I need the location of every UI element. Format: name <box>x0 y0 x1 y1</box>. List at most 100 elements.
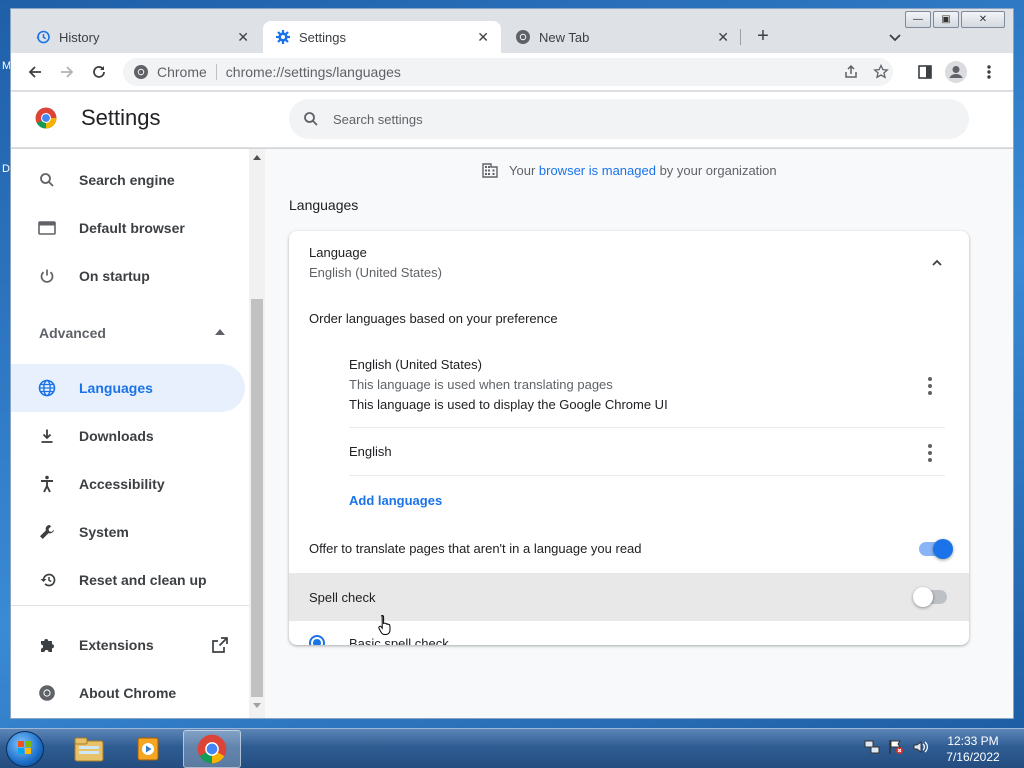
page-title: Settings <box>81 105 161 130</box>
open-in-new-icon[interactable] <box>211 636 229 654</box>
chrome-logo-icon <box>197 734 227 764</box>
order-languages-label: Order languages based on your preference <box>309 311 558 326</box>
tab-search-button[interactable] <box>887 29 903 45</box>
advanced-section-toggle[interactable]: Advanced <box>39 325 106 341</box>
site-label: Chrome <box>157 64 207 80</box>
taskbar-chrome-button[interactable] <box>183 730 241 768</box>
add-languages-button[interactable]: Add languages <box>349 493 442 508</box>
more-vert-icon <box>987 65 991 79</box>
scroll-down-arrow-icon[interactable] <box>253 703 261 708</box>
taskbar: 12:33 PM 7/16/2022 <box>0 728 1024 768</box>
language-entry-name: English <box>349 444 392 459</box>
chrome-icon <box>515 29 531 45</box>
managed-link[interactable]: browser is managed <box>539 163 656 178</box>
browser-icon <box>37 218 57 238</box>
history-icon <box>35 29 51 45</box>
new-tab-button[interactable]: + <box>751 25 775 49</box>
clock-date: 7/16/2022 <box>946 750 1000 764</box>
spell-check-toggle[interactable] <box>913 587 947 607</box>
clock[interactable]: 12:33 PM 7/16/2022 <box>934 733 1012 765</box>
side-panel-button[interactable] <box>913 60 937 84</box>
browser-toolbar: Chrome chrome://settings/languages <box>11 53 1013 91</box>
translate-toggle[interactable] <box>919 539 953 559</box>
person-icon <box>949 66 963 78</box>
managed-text-suffix: by your organization <box>655 162 777 178</box>
chevron-down-icon <box>889 34 901 42</box>
sidebar-item-label: About Chrome <box>79 685 177 701</box>
languages-card: Language English (United States) Order l… <box>289 231 969 645</box>
basic-spell-check-label: Basic spell check <box>349 636 449 645</box>
sidebar-item-label: On startup <box>79 268 150 284</box>
sidebar-item-reset[interactable]: Reset and clean up <box>11 556 245 604</box>
sidebar-item-search-engine[interactable]: Search engine <box>11 156 245 204</box>
sidebar-item-default-browser[interactable]: Default browser <box>11 204 245 252</box>
language-entry-name: English (United States) <box>349 357 482 372</box>
sidebar-item-extensions[interactable]: Extensions <box>11 621 245 669</box>
avatar[interactable] <box>945 61 967 83</box>
caret-up-icon[interactable] <box>215 329 225 335</box>
sidebar-item-downloads[interactable]: Downloads <box>11 412 245 460</box>
windows-logo-icon <box>18 741 31 754</box>
language-entry-note: This language is used to display the Goo… <box>349 397 668 412</box>
network-icon[interactable] <box>864 739 880 755</box>
tab-settings[interactable]: Settings ✕ <box>263 21 501 53</box>
tab-strip: History ✕ Settings ✕ New Tab ✕ <box>11 21 1013 53</box>
scroll-up-arrow-icon[interactable] <box>253 155 261 160</box>
side-panel-icon <box>918 65 932 79</box>
spell-check-label: Spell check <box>309 590 376 605</box>
building-icon <box>481 161 499 179</box>
url-text[interactable]: chrome://settings/languages <box>226 64 401 80</box>
toggle-knob <box>913 587 933 607</box>
tab-title: New Tab <box>539 29 590 45</box>
chrome-icon <box>37 683 57 703</box>
share-icon[interactable] <box>841 62 861 82</box>
reset-icon <box>37 570 57 590</box>
download-icon <box>37 426 57 446</box>
bookmark-star-icon[interactable] <box>871 62 891 82</box>
address-bar[interactable]: Chrome chrome://settings/languages <box>123 58 893 86</box>
search-box[interactable] <box>289 99 969 139</box>
close-icon[interactable]: ✕ <box>477 29 489 46</box>
sidebar-item-accessibility[interactable]: Accessibility <box>11 460 245 508</box>
back-button[interactable] <box>23 60 47 84</box>
sidebar-item-about-chrome[interactable]: About Chrome <box>11 669 245 717</box>
more-vert-icon[interactable] <box>927 444 933 462</box>
start-button[interactable] <box>6 731 44 767</box>
desktop-icon-label: D <box>2 163 10 175</box>
section-title: Languages <box>289 197 359 213</box>
forward-button[interactable] <box>55 60 79 84</box>
back-arrow-icon <box>28 66 41 78</box>
chevron-up-icon[interactable] <box>931 257 943 269</box>
sidebar-item-system[interactable]: System <box>11 508 245 556</box>
taskbar-explorer-button[interactable] <box>60 730 118 768</box>
chrome-icon <box>133 64 149 80</box>
sidebar-item-label: Accessibility <box>79 476 165 492</box>
translate-label: Offer to translate pages that aren't in … <box>309 541 642 556</box>
power-icon <box>37 266 57 286</box>
sidebar-item-label: System <box>79 524 129 540</box>
language-value: English (United States) <box>309 265 442 280</box>
divider <box>349 475 945 476</box>
tab-history[interactable]: History ✕ <box>23 21 261 53</box>
media-player-icon <box>137 737 159 761</box>
close-icon[interactable]: ✕ <box>717 29 729 46</box>
tab-title: History <box>59 29 100 45</box>
menu-button[interactable] <box>977 60 1001 84</box>
tab-new-tab[interactable]: New Tab ✕ <box>503 21 741 53</box>
volume-icon[interactable] <box>912 739 928 755</box>
action-center-flag-icon[interactable] <box>888 739 904 755</box>
close-icon[interactable]: ✕ <box>237 29 249 46</box>
managed-notice: Your browser is managed by your organiza… <box>481 161 777 179</box>
sidebar-item-label: Search engine <box>79 172 175 188</box>
puzzle-icon <box>37 635 57 655</box>
search-input[interactable] <box>333 111 933 127</box>
taskbar-media-player-button[interactable] <box>120 730 178 768</box>
sidebar-item-on-startup[interactable]: On startup <box>11 252 245 300</box>
reload-button[interactable] <box>87 60 111 84</box>
gear-icon <box>275 29 291 45</box>
sidebar-item-languages[interactable]: Languages <box>11 364 245 412</box>
basic-spell-check-radio[interactable] <box>309 635 325 645</box>
tab-separator <box>740 29 741 45</box>
more-vert-icon[interactable] <box>927 377 933 395</box>
scrollbar-thumb[interactable] <box>251 299 263 697</box>
